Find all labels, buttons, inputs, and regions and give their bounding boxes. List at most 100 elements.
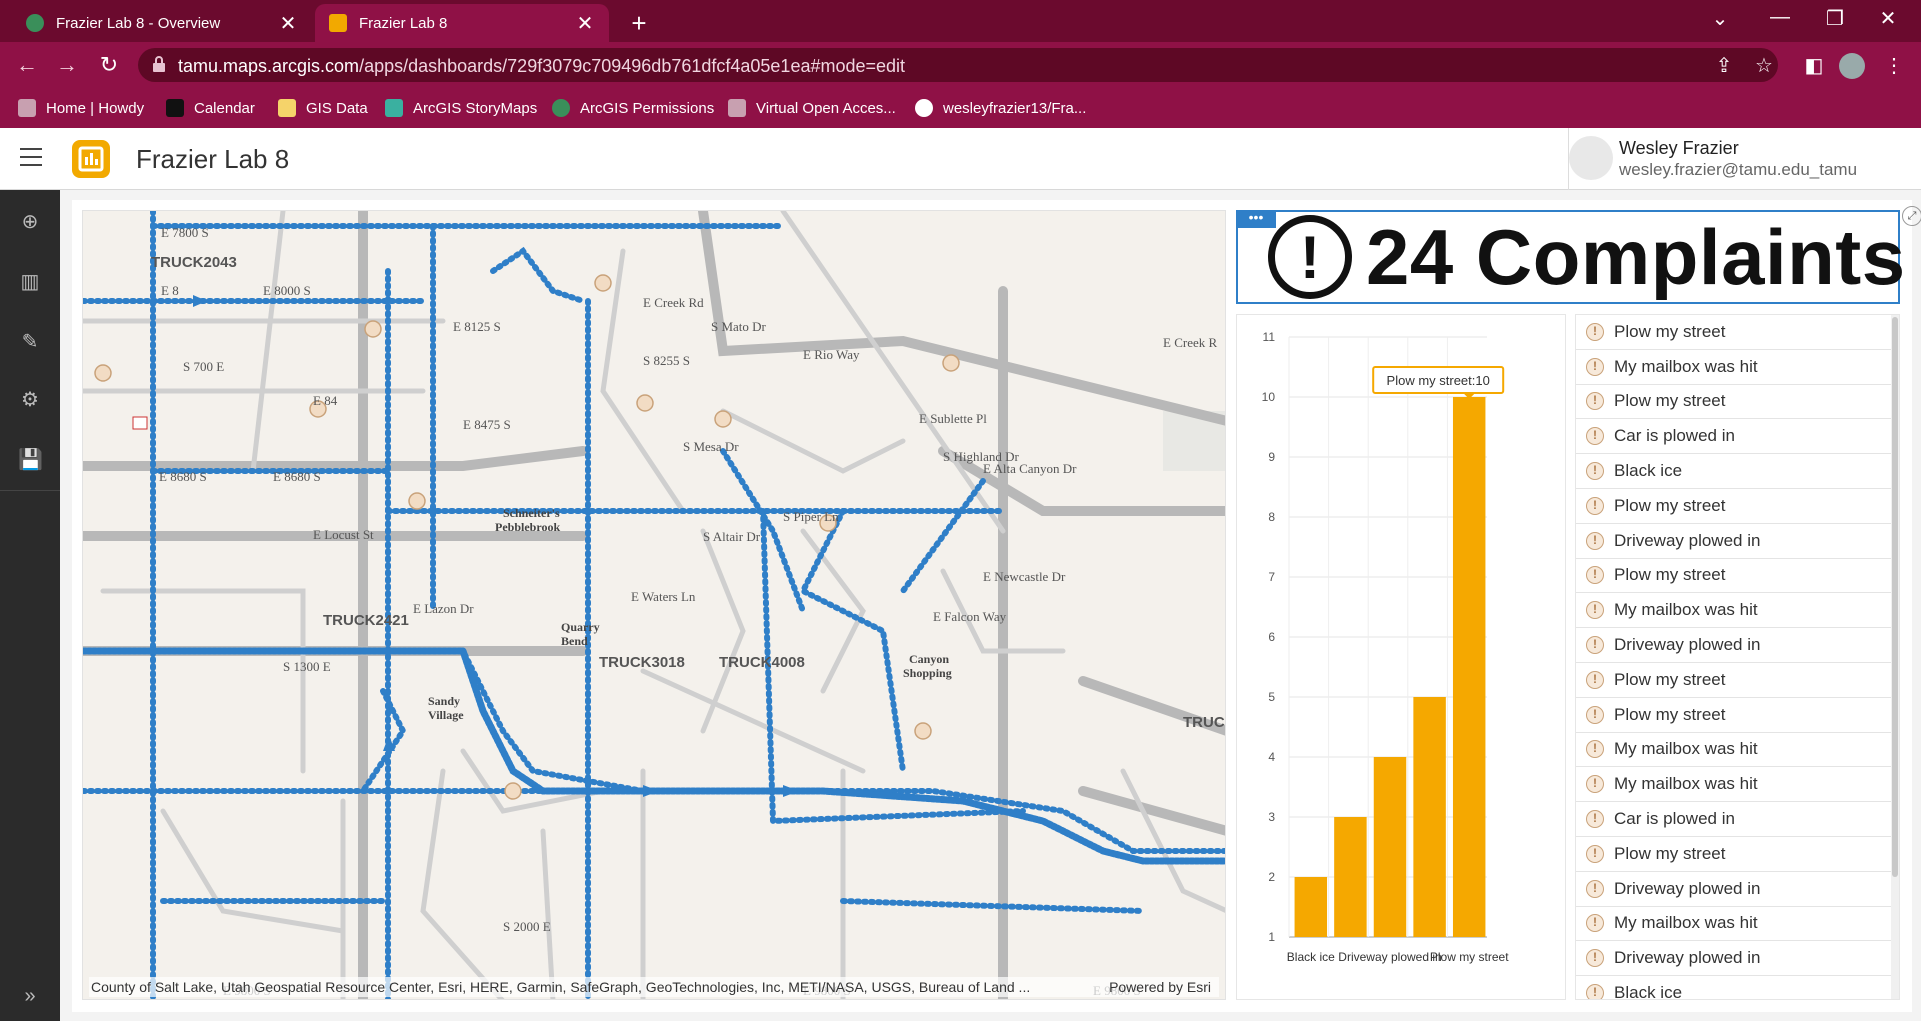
- reload-icon[interactable]: ↻: [94, 50, 124, 80]
- bookmark-permissions[interactable]: ArcGIS Permissions: [552, 96, 714, 120]
- tab-label: Frazier Lab 8: [359, 14, 448, 32]
- svg-text:E Creek R: E Creek R: [1163, 335, 1217, 350]
- bookmarks-bar: Home | Howdy Calendar GIS Data ArcGIS St…: [0, 88, 1921, 128]
- close-window-icon[interactable]: ✕: [1868, 6, 1908, 31]
- bookmark-virtual-open[interactable]: Virtual Open Acces...: [728, 96, 896, 120]
- list-item[interactable]: ! Plow my street: [1576, 837, 1899, 872]
- list-item[interactable]: ! Black ice: [1576, 454, 1899, 489]
- svg-text:Village: Village: [428, 708, 464, 722]
- complaint-icon: !: [1586, 322, 1604, 341]
- url-path: /apps/dashboards/729f3079c709496db761dfc…: [359, 56, 906, 76]
- bar: [1413, 697, 1446, 937]
- forward-icon[interactable]: →: [52, 50, 82, 80]
- share-icon[interactable]: ⇪: [1710, 52, 1738, 80]
- list-item[interactable]: ! Plow my street: [1576, 663, 1899, 698]
- list-item[interactable]: ! Plow my street: [1576, 698, 1899, 733]
- svg-text:TRUC: TRUC: [1183, 714, 1225, 731]
- tamu-logo-icon: [18, 99, 36, 117]
- bookmark-github[interactable]: wesleyfrazier13/Fra...: [915, 96, 1086, 120]
- add-element-icon[interactable]: ⊕: [18, 210, 42, 234]
- layout-icon[interactable]: ▥: [18, 270, 42, 294]
- complaint-icon: !: [1586, 844, 1604, 863]
- complaint-icon: !: [1586, 670, 1604, 689]
- list-item[interactable]: ! My mailbox was hit: [1576, 907, 1899, 942]
- bookmark-label: Calendar: [194, 99, 255, 117]
- more-menu-icon[interactable]: ⋮: [1880, 52, 1908, 80]
- new-tab-icon[interactable]: +: [624, 8, 654, 39]
- svg-text:E Waters Ln: E Waters Ln: [631, 589, 696, 604]
- save-icon[interactable]: 💾: [18, 448, 43, 472]
- list-item-label: Car is plowed in: [1614, 809, 1735, 829]
- tab-overview[interactable]: Frazier Lab 8 - Overview ✕: [12, 4, 312, 42]
- tab-search-icon[interactable]: ⌄: [1700, 6, 1740, 31]
- list-scrollbar[interactable]: [1891, 315, 1899, 999]
- close-tab-icon[interactable]: ✕: [278, 11, 298, 36]
- list-item[interactable]: ! Driveway plowed in: [1576, 628, 1899, 663]
- globe-icon: [552, 99, 570, 117]
- list-item[interactable]: ! Plow my street: [1576, 315, 1899, 350]
- browser-tab-bar: Frazier Lab 8 - Overview ✕ Frazier Lab 8…: [0, 0, 1921, 42]
- list-item[interactable]: ! Plow my street: [1576, 489, 1899, 524]
- tab-active[interactable]: Frazier Lab 8 ✕: [315, 4, 609, 42]
- list-item[interactable]: ! Car is plowed in: [1576, 419, 1899, 455]
- list-item-label: Driveway plowed in: [1614, 948, 1761, 968]
- list-item[interactable]: ! Black ice: [1576, 976, 1899, 999]
- list-item[interactable]: ! Car is plowed in: [1576, 802, 1899, 837]
- map-widget[interactable]: E 7800 S E 8 E 8000 S E 8125 S E 84 E 84…: [82, 210, 1226, 1000]
- complaints-indicator[interactable]: ••• ⤢ ! 24 Complaints: [1236, 206, 1921, 304]
- bookmark-star-icon[interactable]: ☆: [1750, 52, 1778, 80]
- menu-icon[interactable]: [20, 148, 42, 168]
- y-tick-label: 11: [1263, 330, 1276, 344]
- complaint-icon: !: [1586, 357, 1604, 376]
- complaint-icon: !: [1586, 566, 1604, 585]
- side-panel-icon[interactable]: ◧: [1800, 52, 1828, 80]
- complaint-icon: !: [1586, 601, 1604, 620]
- svg-text:E Lazon Dr: E Lazon Dr: [413, 601, 474, 616]
- bookmark-home[interactable]: Home | Howdy: [18, 96, 144, 120]
- list-item[interactable]: ! Plow my street: [1576, 559, 1899, 594]
- list-item-label: Plow my street: [1614, 565, 1726, 585]
- powered-by-esri[interactable]: Powered by Esri: [1109, 979, 1211, 995]
- list-item[interactable]: ! Driveway plowed in: [1576, 872, 1899, 907]
- restore-icon[interactable]: ❐: [1815, 6, 1855, 31]
- rail-divider: [0, 490, 60, 491]
- list-item[interactable]: ! Plow my street: [1576, 385, 1899, 420]
- dashboard-logo-icon: [72, 140, 110, 178]
- svg-text:E 8475 S: E 8475 S: [463, 417, 511, 432]
- theme-icon[interactable]: ✎: [18, 330, 42, 354]
- list-item[interactable]: ! My mailbox was hit: [1576, 350, 1899, 385]
- complaints-list[interactable]: ! Plow my street ! My mailbox was hit! Plow …: [1575, 314, 1900, 1000]
- close-tab-icon[interactable]: ✕: [575, 11, 595, 36]
- y-tick-label: 1: [1268, 930, 1275, 944]
- minimize-icon[interactable]: —: [1760, 6, 1800, 29]
- settings-icon[interactable]: ⚙: [18, 388, 42, 412]
- bookmark-storymaps[interactable]: ArcGIS StoryMaps: [385, 96, 537, 120]
- y-tick-label: 9: [1268, 450, 1275, 464]
- bookmark-calendar[interactable]: Calendar: [166, 96, 255, 120]
- bar: [1334, 817, 1367, 937]
- svg-text:E Falcon Way: E Falcon Way: [933, 609, 1007, 624]
- complaint-type-chart[interactable]: 1 2 3 4 5 6 7 8 9 10 11 Black ice Driveway plowed in…: [1236, 314, 1566, 1000]
- svg-text:Pebblebrook: Pebblebrook: [495, 520, 560, 534]
- back-icon[interactable]: ←: [12, 50, 42, 80]
- expand-icon[interactable]: »: [18, 984, 42, 1008]
- list-item[interactable]: ! My mailbox was hit: [1576, 733, 1899, 768]
- address-bar[interactable]: tamu.maps.arcgis.com/apps/dashboards/729…: [138, 48, 1778, 82]
- list-item-label: Plow my street: [1614, 495, 1726, 515]
- user-menu[interactable]: Wesley Frazier wesley.frazier@tamu.edu_t…: [1568, 128, 1921, 190]
- list-item[interactable]: ! Driveway plowed in: [1576, 524, 1899, 559]
- svg-text:E Rio Way: E Rio Way: [803, 347, 860, 362]
- svg-text:TRUCK3018: TRUCK3018: [599, 654, 685, 671]
- complaint-icon: !: [1586, 740, 1604, 759]
- list-item[interactable]: ! My mailbox was hit: [1576, 767, 1899, 803]
- tab-label: Frazier Lab 8 - Overview: [56, 14, 221, 32]
- list-item[interactable]: ! My mailbox was hit: [1576, 593, 1899, 629]
- svg-text:S Altair Dr: S Altair Dr: [703, 529, 761, 544]
- svg-text:Schneiter's: Schneiter's: [503, 506, 560, 520]
- profile-avatar-icon[interactable]: [1838, 52, 1866, 80]
- bookmark-gis-data[interactable]: GIS Data: [278, 96, 368, 120]
- svg-text:E Newcastle Dr: E Newcastle Dr: [983, 569, 1066, 584]
- list-item[interactable]: ! Driveway plowed in: [1576, 941, 1899, 977]
- list-item-label: Plow my street: [1614, 321, 1726, 341]
- map-canvas[interactable]: E 7800 S E 8 E 8000 S E 8125 S E 84 E 84…: [83, 211, 1226, 1000]
